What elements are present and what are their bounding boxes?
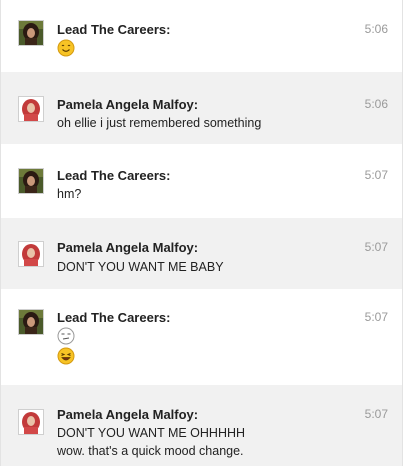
avatar[interactable] xyxy=(18,20,44,46)
timestamp: 5:07 xyxy=(364,310,388,324)
message-text: DON'T YOU WANT ME BABY xyxy=(57,260,224,274)
sender-name: Lead The Careers: xyxy=(57,310,171,325)
chat-message: Pamela Angela Malfoy: 5:07 DON'T YOU WAN… xyxy=(1,218,402,289)
timestamp: 5:07 xyxy=(364,168,388,182)
avatar[interactable] xyxy=(18,96,44,122)
chat-message: Lead The Careers: 5:06 xyxy=(1,0,402,72)
message-text: oh ellie i just remembered something xyxy=(57,116,262,130)
sender-name: Pamela Angela Malfoy: xyxy=(57,97,199,112)
smiley-emoji-icon xyxy=(57,39,75,57)
sender-name: Lead The Careers: xyxy=(57,168,171,183)
chat-message: Lead The Careers: 5:07 xyxy=(1,289,402,385)
timestamp: 5:07 xyxy=(364,240,388,254)
sender-name: Lead The Careers: xyxy=(57,22,171,37)
message-text: hm? xyxy=(57,187,82,201)
timestamp: 5:07 xyxy=(364,407,388,421)
avatar[interactable] xyxy=(18,241,44,267)
message-text: DON'T YOU WANT ME OHHHHH xyxy=(57,426,246,440)
avatar[interactable] xyxy=(18,409,44,435)
chat-message: Pamela Angela Malfoy: 5:07 DON'T YOU WAN… xyxy=(1,385,402,466)
avatar[interactable] xyxy=(18,309,44,335)
timestamp: 5:06 xyxy=(364,22,388,36)
chat-log: Lead The Careers: 5:06 Pamela Angela Mal… xyxy=(0,0,403,466)
sender-name: Pamela Angela Malfoy: xyxy=(57,240,199,255)
laughing-emoji-icon xyxy=(57,347,75,365)
chat-message: Lead The Careers: 5:07 hm? xyxy=(1,144,402,218)
chat-message: Pamela Angela Malfoy: 5:06 oh ellie i ju… xyxy=(1,72,402,144)
meh-emoji-icon xyxy=(57,327,75,345)
timestamp: 5:06 xyxy=(364,97,388,111)
sender-name: Pamela Angela Malfoy: xyxy=(57,407,199,422)
message-text: wow. that's a quick mood change. xyxy=(57,444,244,458)
avatar[interactable] xyxy=(18,168,44,194)
